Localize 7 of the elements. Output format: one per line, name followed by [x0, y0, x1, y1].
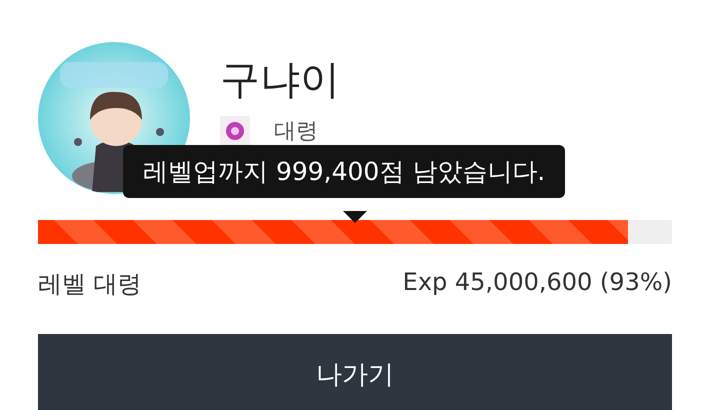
user-name: 구냐이 — [220, 56, 340, 104]
level-label: 레벨 대령 — [38, 269, 142, 300]
exit-button[interactable]: 나가기 — [38, 334, 672, 410]
tooltip: 레벨업까지 999,400점 남았습니다. — [123, 145, 566, 198]
tooltip-arrow — [343, 211, 367, 223]
exp-text: Exp 45,000,600 (93%) — [402, 268, 672, 298]
rank-label: 대령 — [274, 118, 318, 146]
